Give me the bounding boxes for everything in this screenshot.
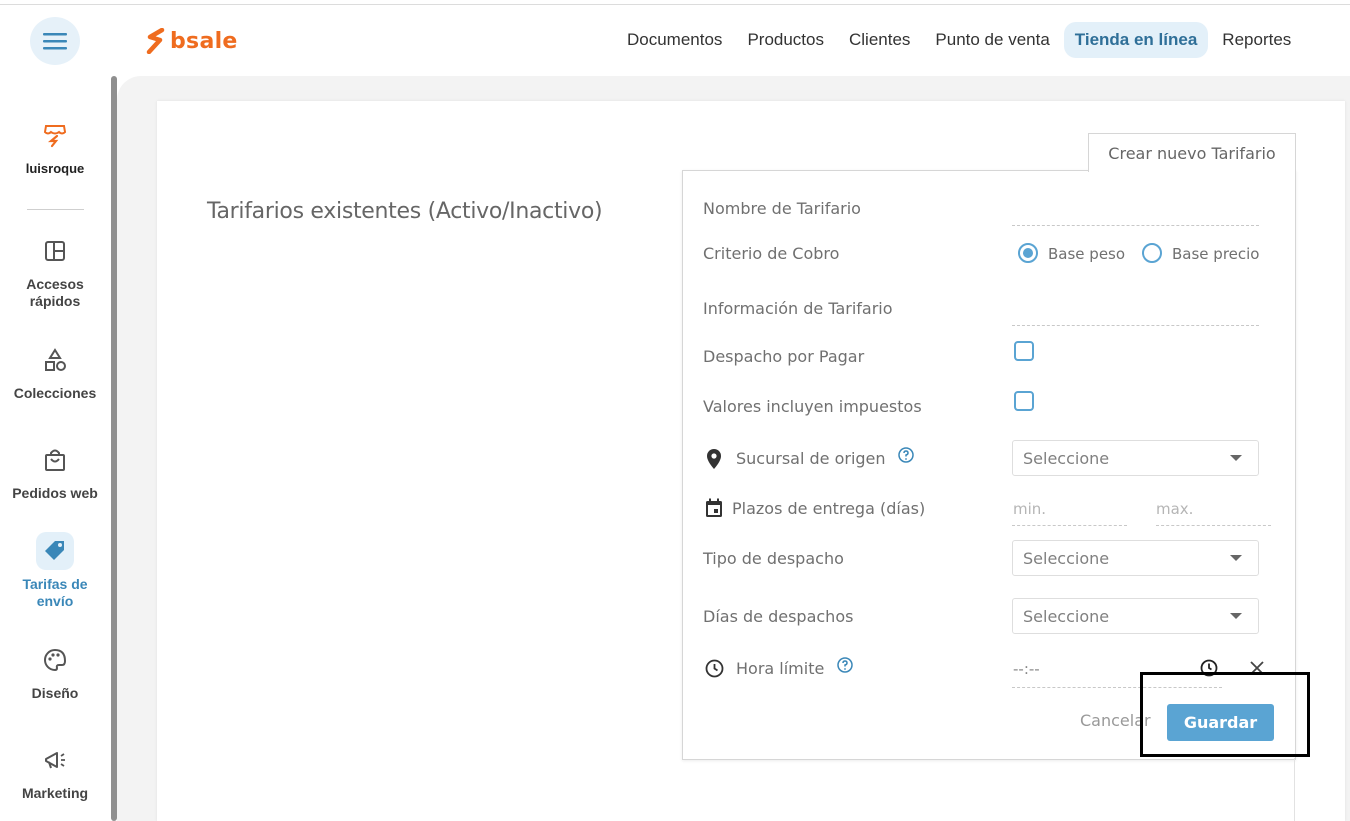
plazo-min-underline [1012, 524, 1127, 526]
bsale-logo[interactable]: bsale [146, 26, 238, 56]
sidebar: luisroque Accesos rápidos Colecciones Pe… [0, 76, 110, 821]
clear-time-icon[interactable] [1249, 660, 1265, 676]
store-name: luisroque [25, 161, 85, 176]
nav-punto-de-venta[interactable]: Punto de venta [924, 22, 1060, 58]
sidebar-item-tarifas-de-envio[interactable]: Tarifas de envío [0, 532, 110, 610]
save-button[interactable]: Guardar [1167, 704, 1274, 741]
bsale-logo-icon [146, 28, 165, 54]
despacho-pagar-checkbox[interactable] [1014, 341, 1034, 361]
sidebar-item-label: Colecciones [13, 385, 97, 401]
location-pin-icon [707, 449, 721, 469]
panel-divider [1294, 758, 1295, 821]
plazo-max-underline [1156, 524, 1271, 526]
shapes-icon-wrap [36, 341, 74, 379]
top-border [0, 4, 1350, 5]
nav-tienda-en-linea[interactable]: Tienda en línea [1063, 22, 1209, 58]
shopping-bag-icon [45, 449, 65, 471]
hora-underline [1012, 686, 1222, 688]
menu-toggle-button[interactable] [30, 17, 80, 65]
tab-crear-nuevo-tarifario[interactable]: Crear nuevo Tarifario [1088, 133, 1296, 172]
sidebar-item-label: Accesos rápidos [26, 276, 84, 309]
dias-despacho-select[interactable]: Seleccione [1012, 598, 1259, 634]
store-icon-wrap [36, 116, 74, 154]
impuestos-checkbox[interactable] [1014, 391, 1034, 411]
calendar-icon [706, 498, 722, 517]
tipo-despacho-select-value: Seleccione [1023, 548, 1110, 568]
sucursal-select[interactable]: Seleccione [1012, 440, 1259, 476]
megaphone-icon-wrap [36, 741, 74, 779]
plazos-label: Plazos de entrega (días) [732, 499, 926, 518]
hora-label: Hora límite [736, 659, 825, 678]
cancel-button[interactable]: Cancelar [1080, 711, 1151, 730]
sidebar-store[interactable]: luisroque [0, 116, 110, 177]
sidebar-item-marketing[interactable]: Marketing [0, 741, 110, 802]
nav-clientes[interactable]: Clientes [838, 22, 921, 58]
price-tag-icon-wrap [36, 532, 74, 570]
radio-base-precio[interactable] [1142, 243, 1162, 263]
palette-icon [44, 648, 67, 672]
help-icon[interactable] [898, 447, 914, 463]
hora-input[interactable]: --:-- [1013, 660, 1040, 678]
nav-productos[interactable]: Productos [736, 22, 835, 58]
radio-base-peso[interactable] [1018, 243, 1038, 263]
sidebar-item-colecciones[interactable]: Colecciones [0, 341, 110, 402]
time-picker-icon[interactable] [1200, 659, 1218, 677]
megaphone-icon [45, 752, 65, 769]
clock-icon [705, 659, 724, 678]
radio-base-peso-label: Base peso [1048, 245, 1126, 263]
nombre-label: Nombre de Tarifario [703, 199, 861, 218]
sidebar-item-label: Tarifas de envío [22, 576, 88, 609]
plazo-max-input[interactable]: max. [1156, 500, 1193, 518]
store-icon [43, 125, 67, 148]
sidebar-item-label: Pedidos web [12, 485, 98, 501]
main-nav: Documentos Productos Clientes Punto de v… [616, 21, 1305, 59]
info-label: Información de Tarifario [703, 299, 893, 318]
chevron-down-icon [1230, 555, 1242, 561]
palette-icon-wrap [36, 641, 74, 679]
layout-icon-wrap [36, 232, 74, 270]
nav-reportes[interactable]: Reportes [1211, 22, 1302, 58]
dias-despacho-select-value: Seleccione [1023, 606, 1110, 626]
chevron-down-icon [1230, 613, 1242, 619]
help-icon[interactable] [837, 657, 853, 673]
despacho-pagar-label: Despacho por Pagar [703, 347, 865, 366]
section-title: Tarifarios existentes (Activo/Inactivo) [207, 199, 603, 224]
chevron-down-icon [1230, 455, 1242, 461]
nav-documentos[interactable]: Documentos [616, 22, 733, 58]
sidebar-item-diseno[interactable]: Diseño [0, 641, 110, 702]
radio-base-precio-label: Base precio [1172, 245, 1260, 263]
price-tag-icon [45, 541, 64, 560]
sidebar-item-label: Marketing [21, 785, 89, 801]
sidebar-scrollbar[interactable] [111, 76, 117, 821]
hamburger-icon [43, 33, 67, 50]
criterio-label: Criterio de Cobro [703, 244, 840, 263]
sidebar-item-pedidos-web[interactable]: Pedidos web [0, 441, 110, 502]
shopping-bag-icon-wrap [36, 441, 74, 479]
shapes-icon [45, 348, 66, 371]
brand-name: bsale [170, 28, 238, 54]
sucursal-select-value: Seleccione [1023, 448, 1110, 468]
sucursal-label: Sucursal de origen [736, 449, 886, 468]
impuestos-label: Valores incluyen impuestos [703, 397, 922, 416]
tipo-despacho-select[interactable]: Seleccione [1012, 540, 1259, 576]
plazo-min-input[interactable]: min. [1013, 500, 1046, 518]
sidebar-item-accesos-rapidos[interactable]: Accesos rápidos [0, 232, 110, 310]
info-input[interactable] [1012, 324, 1259, 326]
layout-icon [45, 241, 65, 261]
dias-despacho-label: Días de despachos [703, 607, 854, 626]
nombre-input[interactable] [1012, 224, 1259, 226]
tipo-despacho-label: Tipo de despacho [703, 549, 844, 568]
sidebar-item-label: Diseño [31, 685, 79, 701]
sidebar-divider [27, 209, 84, 210]
